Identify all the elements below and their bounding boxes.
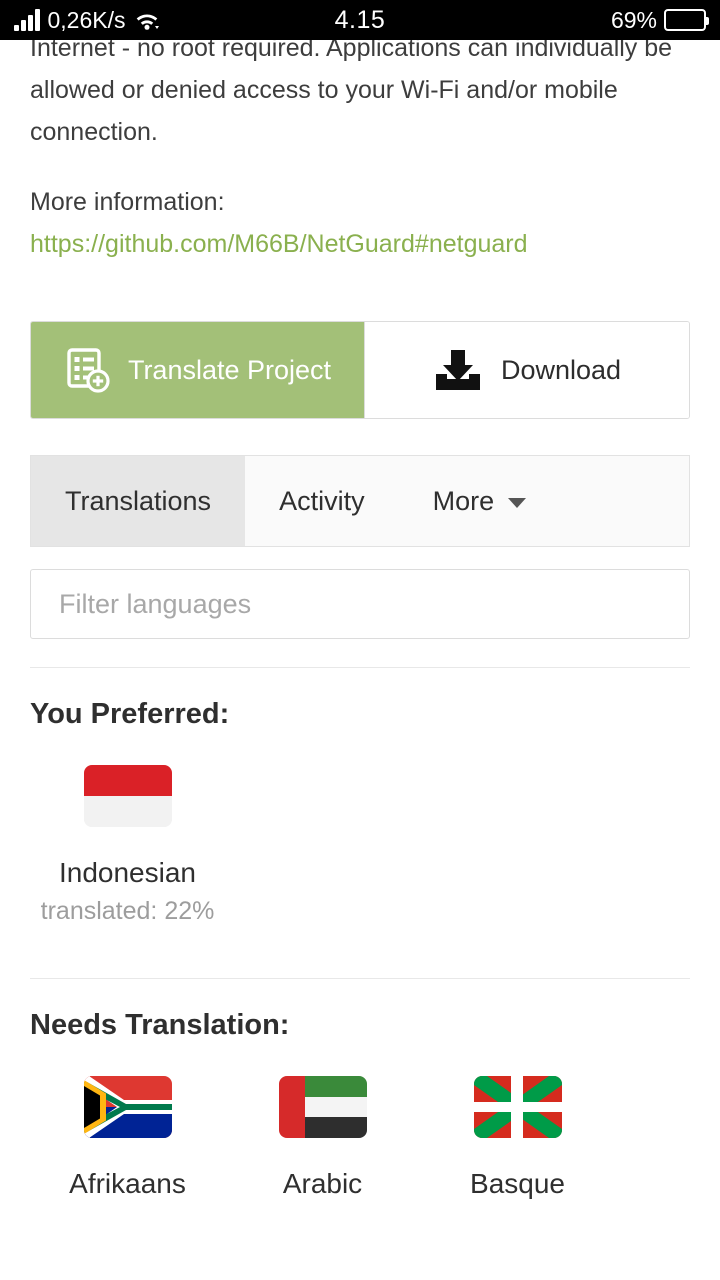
description-clip: Internet - no root required. Application…: [30, 27, 690, 145]
tab-activity[interactable]: Activity: [245, 456, 399, 546]
download-label: Download: [500, 354, 622, 385]
list-item[interactable]: Indonesian translated: 22%: [30, 765, 225, 926]
translate-project-icon: [64, 347, 110, 393]
flag-south-africa-icon: [83, 1076, 172, 1138]
preferred-heading: You Preferred:: [30, 698, 230, 730]
tab-activity-label: Activity: [279, 485, 365, 516]
battery-icon: [664, 9, 709, 31]
wifi-icon: [134, 9, 160, 31]
language-name: Afrikaans: [69, 1168, 186, 1199]
page-content: Internet - no root required. Application…: [0, 34, 720, 1200]
tab-translations-label: Translations: [65, 485, 212, 516]
needs-translation-heading: Needs Translation:: [30, 1009, 290, 1041]
language-name: Basque: [470, 1168, 565, 1199]
translate-project-label: Translate Project: [127, 354, 332, 385]
signal-bars-icon: [14, 9, 40, 31]
flag-basque-icon: [473, 1076, 562, 1138]
network-speed-label: 0,26K/s: [47, 6, 126, 33]
needs-translation-language-grid: Afrikaans Arabic Basque: [30, 1042, 690, 1200]
tab-more[interactable]: More: [399, 456, 561, 546]
list-item[interactable]: Arabic: [225, 1076, 420, 1200]
project-link[interactable]: https://github.com/M66B/NetGuard#netguar…: [30, 223, 690, 265]
language-name: Indonesian: [58, 857, 196, 888]
action-button-group: Translate Project Download: [30, 321, 690, 419]
filter-languages-wrapper: [30, 569, 690, 639]
more-information-label: More information:: [30, 188, 225, 216]
divider-above-needs-translation: [30, 978, 690, 979]
translate-project-button[interactable]: Translate Project: [31, 322, 364, 418]
flag-united-arab-emirates-icon: [278, 1076, 367, 1138]
filter-languages-input[interactable]: [30, 569, 690, 639]
project-description: Internet - no root required. Application…: [30, 34, 673, 145]
list-item[interactable]: Basque: [420, 1076, 615, 1200]
flag-indonesia-icon: [83, 765, 172, 827]
tab-bar: Translations Activity More: [30, 455, 690, 547]
status-bar-right: 69%: [610, 6, 709, 34]
status-bar: 0,26K/s 4.15 69%: [0, 0, 720, 40]
download-button[interactable]: Download: [364, 322, 689, 418]
divider-above-preferred: [30, 667, 690, 668]
description-block: Internet - no root required. Application…: [0, 27, 720, 265]
status-bar-left: 0,26K/s: [14, 7, 160, 34]
tab-more-label: More: [432, 485, 495, 516]
language-progress: translated: 22%: [40, 897, 215, 925]
battery-percent-label: 69%: [610, 6, 657, 33]
chevron-down-icon: [508, 498, 527, 508]
tab-translations[interactable]: Translations: [31, 456, 246, 546]
list-item[interactable]: Afrikaans: [30, 1076, 225, 1200]
language-name: Arabic: [282, 1168, 363, 1199]
preferred-language-grid: Indonesian translated: 22%: [30, 731, 690, 926]
download-icon: [433, 348, 483, 392]
